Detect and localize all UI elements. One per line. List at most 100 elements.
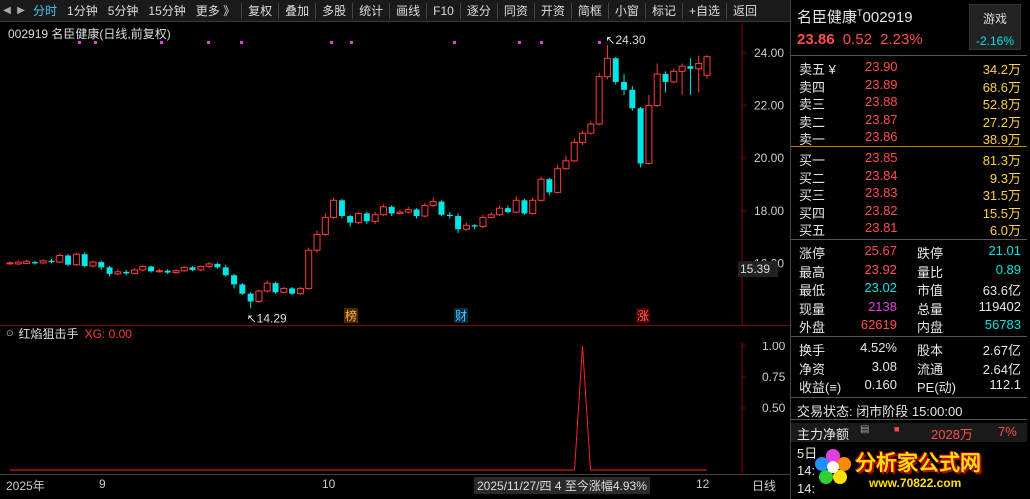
stat-row[interactable]: 净资 3.08 流通 2.64亿 [791, 359, 1027, 377]
price-axis-label: 20.00 [754, 151, 784, 165]
candle-body-up [396, 211, 404, 214]
candle-body-up [670, 70, 678, 83]
tab-intraday[interactable]: 分时 [28, 0, 62, 22]
next-arrow-icon[interactable]: ▶ [14, 0, 28, 22]
bid-row[interactable]: 买一 23.85 81.3万 [791, 150, 1027, 168]
tab-5min[interactable]: 5分钟 [103, 0, 144, 22]
kline-chart[interactable]: 24.0022.0020.0018.0016.0015.39↖24.30↖14.… [0, 23, 790, 325]
price-axis-label: 18.00 [754, 204, 784, 218]
period-label[interactable]: 日线 [752, 477, 776, 494]
stat-label: 换手 [799, 343, 826, 358]
ask-row[interactable]: 卖五 ¥ 23.90 34.2万 [791, 59, 1027, 77]
candle-body-up [487, 214, 495, 218]
add-watchlist-button[interactable]: +自选 [684, 0, 725, 22]
candle-body-up [421, 205, 429, 217]
candle-body-up [371, 214, 379, 222]
by-minute-button[interactable]: 逐分 [462, 0, 496, 22]
current-price-tag: 15.39 [740, 262, 770, 276]
stat-value: 56783 [984, 317, 1021, 332]
ask-row[interactable]: 卖一 23.86 38.9万 [791, 129, 1027, 147]
candle-body-down [687, 66, 694, 69]
main-flow-pct: 7% [998, 424, 1017, 439]
chart-title: 002919 名臣健康(日线,前复权) [8, 27, 171, 41]
price-change: 0.52 [842, 31, 872, 48]
stock-code: 002919 [862, 9, 913, 26]
tab-1min[interactable]: 1分钟 [62, 0, 103, 22]
stat-label: 内盘 [917, 320, 944, 335]
candle-body-down [189, 267, 196, 270]
ask-volume: 68.6万 [982, 79, 1021, 95]
adjust-button[interactable]: 复权 [243, 0, 277, 22]
candle-body-up [496, 207, 504, 216]
draw-line-button[interactable]: 画线 [391, 0, 425, 22]
overlay-button[interactable]: 叠加 [280, 0, 314, 22]
bid-level-label: 买一 [799, 153, 826, 168]
dropdown-icon[interactable]: ⊙ [6, 328, 14, 339]
signal-dot [540, 41, 543, 44]
toolbar-divider [352, 2, 354, 19]
candle-body-down [662, 74, 669, 82]
same-capital-button[interactable]: 同资 [499, 0, 533, 22]
indicator-name[interactable]: 红焰狙击手 [19, 325, 79, 342]
kline-canvas[interactable]: 24.0022.0020.0018.0016.0015.39↖24.30↖14.… [0, 23, 790, 325]
candle-body-up [554, 168, 562, 193]
candle-body-up [6, 262, 14, 265]
candle-body-up [14, 261, 22, 265]
stat-row[interactable]: 外盘 62619 内盘 56783 [791, 317, 1027, 335]
open-capital-button[interactable]: 开资 [536, 0, 570, 22]
signal-dot [518, 41, 521, 44]
back-button[interactable]: 返回 [728, 0, 762, 22]
month-label-oct: 10 [322, 477, 336, 491]
mark-button[interactable]: 标记 [647, 0, 681, 22]
ask-price: 23.89 [865, 76, 898, 92]
stat-row[interactable]: 收益(≡) 0.160 PE(动) 112.1 [791, 377, 1027, 395]
candle-body-down [546, 179, 553, 193]
bid-row[interactable]: 买二 23.84 9.3万 [791, 168, 1027, 186]
list-icon[interactable]: ▤ [860, 424, 869, 435]
bid-row[interactable]: 买五 23.81 6.0万 [791, 220, 1027, 238]
candle-body-up [404, 208, 412, 213]
sector-box[interactable]: 游戏 -2.16% [969, 4, 1021, 50]
candle-body-up [695, 63, 703, 70]
candle-body-up [56, 255, 64, 263]
bid-row[interactable]: 买四 23.82 15.5万 [791, 203, 1027, 221]
statistics-button[interactable]: 统计 [354, 0, 388, 22]
stock-header: 名臣健康T002919 [797, 6, 913, 27]
candle-body-up [537, 178, 545, 201]
signal-dot [453, 41, 456, 44]
stat-label: 外盘 [799, 320, 826, 335]
tab-15min[interactable]: 15分钟 [143, 0, 190, 22]
candle-body-up [280, 287, 288, 293]
stat-row[interactable]: 涨停 25.67 跌停 21.01 [791, 243, 1027, 261]
ask-row[interactable]: 卖三 23.88 52.8万 [791, 94, 1027, 112]
candle-body-down [31, 262, 38, 264]
multi-stock-button[interactable]: 多股 [317, 0, 351, 22]
bid-volume: 31.5万 [982, 188, 1021, 203]
bid-level-label: 买二 [799, 170, 826, 186]
xg-series-line [10, 345, 707, 471]
candle-body-up [678, 65, 686, 72]
candle-body-up [89, 261, 97, 267]
stat-value: 23.92 [864, 261, 897, 277]
small-window-button[interactable]: 小窗 [610, 0, 644, 22]
simple-frame-button[interactable]: 简框 [573, 0, 607, 22]
ask-row[interactable]: 卖四 23.89 68.6万 [791, 76, 1027, 95]
signal-dot [207, 41, 210, 44]
ask-level-label: 卖二 [799, 114, 826, 130]
stat-row[interactable]: 现量 2138 总量 119402 [791, 299, 1027, 317]
ask-row[interactable]: 卖二 23.87 27.2万 [791, 112, 1027, 130]
prev-arrow-icon[interactable]: ◀ [0, 0, 14, 22]
indicator-axis-label: 1.00 [762, 342, 786, 353]
stat-row[interactable]: 最低 23.02 市值 63.6亿 [791, 280, 1027, 298]
main-flow-row[interactable]: 主力净额 ▤ ■ 2028万 7% [791, 423, 1027, 442]
candle-body-up [139, 266, 147, 271]
tab-more[interactable]: 更多 》 [191, 0, 240, 22]
candle-body-up [23, 260, 31, 264]
f10-button[interactable]: F10 [428, 0, 459, 22]
stat-row[interactable]: 最高 23.92 量比 0.89 [791, 261, 1027, 280]
indicator-canvas[interactable]: 1.00 0.75 0.50 [0, 342, 790, 474]
stat-row[interactable]: 换手 4.52% 股本 2.67亿 [791, 340, 1027, 358]
candle-body-down [239, 284, 246, 294]
bid-row[interactable]: 买三 23.83 31.5万 [791, 185, 1027, 203]
ask-volume: 34.2万 [982, 62, 1021, 77]
